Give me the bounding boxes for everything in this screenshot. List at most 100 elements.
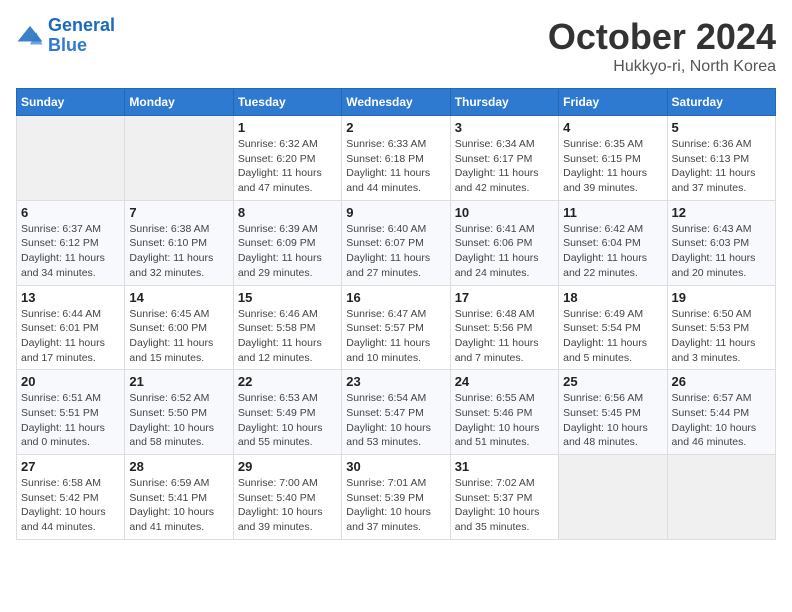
day-info: Sunrise: 6:58 AM Sunset: 5:42 PM Dayligh… [21, 476, 120, 535]
day-cell: 6Sunrise: 6:37 AM Sunset: 6:12 PM Daylig… [17, 200, 125, 285]
header-day-wednesday: Wednesday [342, 89, 450, 116]
day-cell [667, 455, 775, 540]
day-info: Sunrise: 6:53 AM Sunset: 5:49 PM Dayligh… [238, 391, 337, 450]
week-row-2: 6Sunrise: 6:37 AM Sunset: 6:12 PM Daylig… [17, 200, 776, 285]
logo: General Blue [16, 16, 115, 56]
day-cell: 17Sunrise: 6:48 AM Sunset: 5:56 PM Dayli… [450, 285, 558, 370]
day-cell: 13Sunrise: 6:44 AM Sunset: 6:01 PM Dayli… [17, 285, 125, 370]
logo-text: General Blue [48, 16, 115, 56]
header-day-saturday: Saturday [667, 89, 775, 116]
header-day-friday: Friday [559, 89, 667, 116]
day-cell: 8 Sunrise: 6:39 AM Sunset: 6:09 PM Daylig… [233, 200, 341, 285]
day-number: 19 [672, 290, 771, 305]
day-cell: 21 Sunrise: 6:52 AM Sunset: 5:50 PM Dayli… [125, 370, 233, 455]
week-row-5: 27 Sunrise: 6:58 AM Sunset: 5:42 PM Dayli… [17, 455, 776, 540]
header-row: SundayMondayTuesdayWednesdayThursdayFrid… [17, 89, 776, 116]
day-info: Sunrise: 6:46 AM Sunset: 5:58 PM Dayligh… [238, 307, 337, 366]
day-cell: 19 Sunrise: 6:50 AM Sunset: 5:53 PM Dayli… [667, 285, 775, 370]
day-number: 8 [238, 205, 337, 220]
logo-blue: Blue [48, 35, 87, 55]
day-cell: 10 Sunrise: 6:41 AM Sunset: 6:06 PM Dayli… [450, 200, 558, 285]
week-row-1: 1Sunrise: 6:32 AM Sunset: 6:20 PM Daylig… [17, 116, 776, 201]
location: Hukkyo-ri, North Korea [548, 58, 776, 76]
day-cell: 15 Sunrise: 6:46 AM Sunset: 5:58 PM Dayli… [233, 285, 341, 370]
logo-icon [16, 24, 44, 48]
day-info: Sunrise: 6:52 AM Sunset: 5:50 PM Dayligh… [129, 391, 228, 450]
day-info: Sunrise: 7:01 AM Sunset: 5:39 PM Dayligh… [346, 476, 445, 535]
day-number: 2 [346, 120, 445, 135]
day-cell [559, 455, 667, 540]
week-row-3: 13Sunrise: 6:44 AM Sunset: 6:01 PM Dayli… [17, 285, 776, 370]
day-info: Sunrise: 6:35 AM Sunset: 6:15 PM Dayligh… [563, 137, 662, 196]
day-number: 9 [346, 205, 445, 220]
header-day-thursday: Thursday [450, 89, 558, 116]
day-number: 15 [238, 290, 337, 305]
day-number: 10 [455, 205, 554, 220]
day-info: Sunrise: 6:32 AM Sunset: 6:20 PM Dayligh… [238, 137, 337, 196]
day-number: 13 [21, 290, 120, 305]
day-number: 26 [672, 374, 771, 389]
day-cell: 27 Sunrise: 6:58 AM Sunset: 5:42 PM Dayli… [17, 455, 125, 540]
day-info: Sunrise: 6:47 AM Sunset: 5:57 PM Dayligh… [346, 307, 445, 366]
day-info: Sunrise: 6:50 AM Sunset: 5:53 PM Dayligh… [672, 307, 771, 366]
day-info: Sunrise: 6:42 AM Sunset: 6:04 PM Dayligh… [563, 222, 662, 281]
header-day-tuesday: Tuesday [233, 89, 341, 116]
day-info: Sunrise: 7:02 AM Sunset: 5:37 PM Dayligh… [455, 476, 554, 535]
day-number: 25 [563, 374, 662, 389]
day-info: Sunrise: 6:55 AM Sunset: 5:46 PM Dayligh… [455, 391, 554, 450]
day-number: 17 [455, 290, 554, 305]
day-number: 4 [563, 120, 662, 135]
day-info: Sunrise: 6:43 AM Sunset: 6:03 PM Dayligh… [672, 222, 771, 281]
day-cell: 22Sunrise: 6:53 AM Sunset: 5:49 PM Dayli… [233, 370, 341, 455]
day-info: Sunrise: 6:36 AM Sunset: 6:13 PM Dayligh… [672, 137, 771, 196]
day-cell: 3 Sunrise: 6:34 AM Sunset: 6:17 PM Daylig… [450, 116, 558, 201]
day-cell: 2Sunrise: 6:33 AM Sunset: 6:18 PM Daylig… [342, 116, 450, 201]
day-cell [17, 116, 125, 201]
logo-general: General [48, 15, 115, 35]
day-info: Sunrise: 6:38 AM Sunset: 6:10 PM Dayligh… [129, 222, 228, 281]
day-number: 12 [672, 205, 771, 220]
day-cell: 24 Sunrise: 6:55 AM Sunset: 5:46 PM Dayli… [450, 370, 558, 455]
day-info: Sunrise: 6:49 AM Sunset: 5:54 PM Dayligh… [563, 307, 662, 366]
month-title: October 2024 [548, 16, 776, 58]
day-cell: 1Sunrise: 6:32 AM Sunset: 6:20 PM Daylig… [233, 116, 341, 201]
day-number: 18 [563, 290, 662, 305]
day-info: Sunrise: 6:37 AM Sunset: 6:12 PM Dayligh… [21, 222, 120, 281]
day-number: 31 [455, 459, 554, 474]
day-info: Sunrise: 6:41 AM Sunset: 6:06 PM Dayligh… [455, 222, 554, 281]
day-number: 5 [672, 120, 771, 135]
day-cell: 12 Sunrise: 6:43 AM Sunset: 6:03 PM Dayli… [667, 200, 775, 285]
day-info: Sunrise: 6:34 AM Sunset: 6:17 PM Dayligh… [455, 137, 554, 196]
day-number: 20 [21, 374, 120, 389]
day-cell: 20Sunrise: 6:51 AM Sunset: 5:51 PM Dayli… [17, 370, 125, 455]
day-cell: 31 Sunrise: 7:02 AM Sunset: 5:37 PM Dayli… [450, 455, 558, 540]
day-cell: 18 Sunrise: 6:49 AM Sunset: 5:54 PM Dayli… [559, 285, 667, 370]
day-number: 29 [238, 459, 337, 474]
day-cell: 9Sunrise: 6:40 AM Sunset: 6:07 PM Daylig… [342, 200, 450, 285]
day-info: Sunrise: 6:45 AM Sunset: 6:00 PM Dayligh… [129, 307, 228, 366]
day-cell: 16 Sunrise: 6:47 AM Sunset: 5:57 PM Dayli… [342, 285, 450, 370]
day-number: 23 [346, 374, 445, 389]
day-cell: 26 Sunrise: 6:57 AM Sunset: 5:44 PM Dayli… [667, 370, 775, 455]
day-cell: 7 Sunrise: 6:38 AM Sunset: 6:10 PM Daylig… [125, 200, 233, 285]
day-cell: 4 Sunrise: 6:35 AM Sunset: 6:15 PM Daylig… [559, 116, 667, 201]
day-number: 28 [129, 459, 228, 474]
day-number: 27 [21, 459, 120, 474]
day-info: Sunrise: 6:54 AM Sunset: 5:47 PM Dayligh… [346, 391, 445, 450]
day-number: 16 [346, 290, 445, 305]
day-number: 30 [346, 459, 445, 474]
header-day-sunday: Sunday [17, 89, 125, 116]
day-info: Sunrise: 6:57 AM Sunset: 5:44 PM Dayligh… [672, 391, 771, 450]
calendar-table: SundayMondayTuesdayWednesdayThursdayFrid… [16, 88, 776, 540]
day-info: Sunrise: 6:39 AM Sunset: 6:09 PM Dayligh… [238, 222, 337, 281]
day-cell: 25Sunrise: 6:56 AM Sunset: 5:45 PM Dayli… [559, 370, 667, 455]
day-number: 7 [129, 205, 228, 220]
day-cell: 5 Sunrise: 6:36 AM Sunset: 6:13 PM Daylig… [667, 116, 775, 201]
day-number: 21 [129, 374, 228, 389]
title-area: October 2024 Hukkyo-ri, North Korea [548, 16, 776, 76]
day-number: 11 [563, 205, 662, 220]
day-cell: 23 Sunrise: 6:54 AM Sunset: 5:47 PM Dayli… [342, 370, 450, 455]
day-info: Sunrise: 6:59 AM Sunset: 5:41 PM Dayligh… [129, 476, 228, 535]
day-number: 3 [455, 120, 554, 135]
day-number: 24 [455, 374, 554, 389]
